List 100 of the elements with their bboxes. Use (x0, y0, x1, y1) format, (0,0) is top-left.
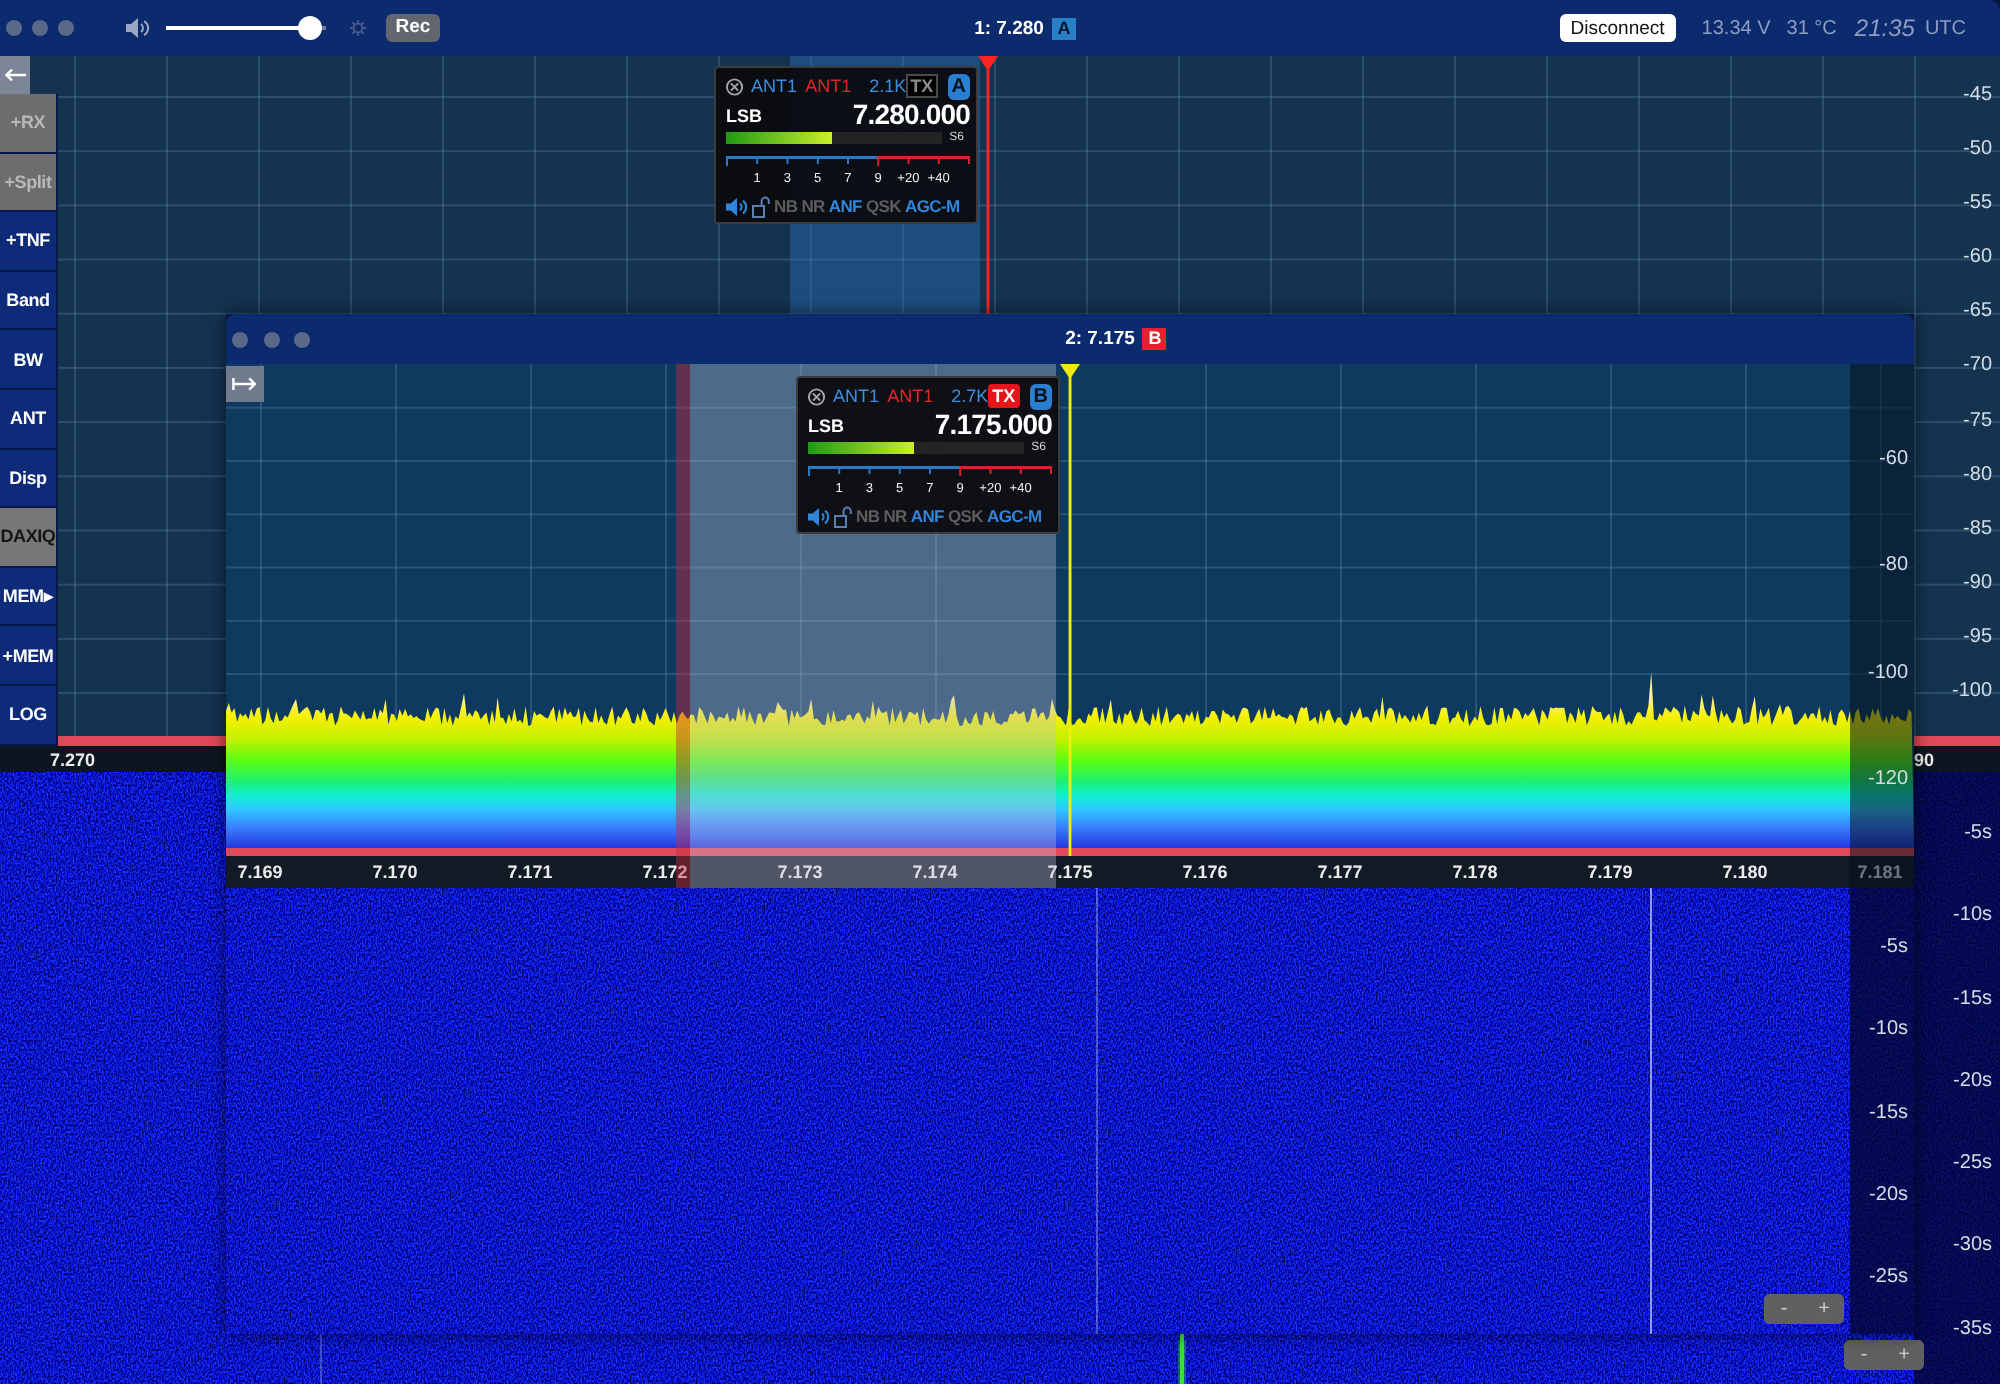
filter-width-button[interactable]: 2.1K (869, 76, 907, 96)
db-scale-label: -70 (1963, 354, 1992, 379)
clock-time: 21:35 (1854, 14, 1915, 42)
record-button[interactable]: Rec (386, 14, 440, 42)
mode-button[interactable]: LSB (726, 105, 762, 125)
speaker-icon[interactable] (808, 507, 830, 525)
sidebar-button[interactable]: BW (0, 330, 58, 390)
dsp-toggle-button[interactable]: QSK (947, 506, 983, 526)
dsp-toggle-button[interactable]: NB (774, 196, 798, 216)
panel-toggle-button[interactable] (226, 366, 264, 402)
time-scale-label: -20s (1869, 1183, 1908, 1208)
time-scale-label: -5s (1880, 936, 1908, 960)
dsp-toggle-button[interactable]: NR (883, 506, 907, 526)
dsp-toggle-button[interactable]: ANF (910, 506, 944, 526)
tx-button[interactable]: TX (988, 384, 1020, 408)
db-scale-label: -85 (1963, 517, 1992, 542)
time-scale-label: -10s (1953, 904, 1992, 929)
db-scale-label: -45 (1963, 84, 1992, 108)
db-scale-label: -95 (1963, 625, 1992, 650)
antenna-selector[interactable]: ANT1 (751, 76, 798, 96)
db-scale-label: -60 (1963, 246, 1992, 271)
frequency-label: 7.174 (912, 862, 958, 882)
filter-width-button[interactable]: 2.7K (951, 386, 989, 406)
time-scale-label: -35s (1953, 1317, 1992, 1342)
slice-badge[interactable]: A (1051, 17, 1076, 39)
frequency-label: 7.169 (237, 862, 283, 882)
db-scale-label: -50 (1963, 138, 1992, 163)
frequency-display[interactable]: 7.280.000 (852, 100, 970, 130)
db-scale-label: -100 (1867, 661, 1908, 686)
window-title: 2: 7.175 (1065, 328, 1135, 350)
dsp-toggle-button[interactable]: ANF (828, 196, 862, 216)
slice-badge[interactable]: B (1029, 383, 1052, 409)
frequency-label: 90 (1913, 749, 1934, 769)
sidebar-button[interactable]: Disp (0, 449, 58, 509)
close-icon[interactable] (726, 77, 744, 95)
dsp-toggle-button[interactable]: QSK (865, 196, 901, 216)
frequency-label: 7.171 (507, 862, 553, 882)
tx-button[interactable]: TX (906, 74, 938, 98)
time-scale-label: -20s (1953, 1069, 1992, 1094)
frequency-label: 7.170 (372, 862, 418, 882)
db-scale-label: -100 (1951, 680, 1992, 705)
frequency-label: 7.270 (50, 749, 96, 769)
arrow-left-icon (4, 68, 26, 82)
time-scale-label: -30s (1953, 1234, 1992, 1259)
dsp-toggle-button[interactable]: AGC-M (986, 506, 1042, 526)
db-scale-label: -80 (1879, 554, 1908, 579)
slider-knob[interactable] (298, 16, 322, 40)
slice-badge[interactable]: A (947, 73, 970, 99)
voltage-reading: 13.34 V (1701, 17, 1771, 39)
time-scale-label: -25s (1869, 1266, 1908, 1291)
frequency-label: 7.180 (1722, 862, 1768, 882)
timezone-label: UTC (1924, 17, 1966, 39)
sidebar-button[interactable]: ANT (0, 389, 58, 450)
sidebar-button[interactable]: MEM▸ (0, 567, 58, 627)
frequency-label: 7.178 (1452, 862, 1498, 882)
db-scale-label: -120 (1867, 767, 1908, 792)
window-title: 1: 7.280 (974, 17, 1044, 39)
dsp-toggle-button[interactable]: NR (801, 196, 825, 216)
temperature-reading: 31 °C (1786, 17, 1837, 39)
frequency-label: 7.181 (1857, 862, 1903, 882)
padlock-icon[interactable] (834, 505, 852, 527)
time-scale-label: -15s (1953, 987, 1992, 1012)
arrow-right-icon (232, 376, 258, 392)
db-scale-label: -55 (1963, 192, 1992, 217)
frequency-label: 7.176 (1182, 862, 1228, 882)
db-scale-label: -75 (1963, 409, 1992, 434)
db-scale-label: -90 (1963, 571, 1992, 596)
db-scale-label: -65 (1963, 300, 1992, 325)
sidebar-button[interactable]: Band (0, 271, 58, 331)
db-scale-label: -80 (1963, 463, 1992, 488)
sidebar-button[interactable]: LOG (0, 685, 58, 746)
dsp-toggle-button[interactable]: NB (856, 506, 880, 526)
frequency-label: 7.177 (1317, 862, 1363, 882)
panel-toggle-button[interactable] (0, 56, 30, 94)
db-scale-label: -60 (1879, 448, 1908, 472)
slice-badge[interactable]: B (1142, 328, 1167, 350)
dsp-toggle-button[interactable]: AGC-M (904, 196, 960, 216)
mode-button[interactable]: LSB (808, 415, 844, 435)
speaker-icon[interactable] (726, 197, 748, 215)
frequency-label: 7.175 (1047, 862, 1093, 882)
frequency-label: 7.179 (1587, 862, 1633, 882)
disconnect-button[interactable]: Disconnect (1559, 14, 1676, 42)
antenna-selector[interactable]: ANT1 (833, 386, 880, 406)
time-scale-label: -15s (1869, 1101, 1908, 1126)
frequency-display[interactable]: 7.175.000 (934, 410, 1052, 440)
sidebar-button[interactable]: +MEM (0, 626, 58, 686)
padlock-icon[interactable] (752, 195, 770, 217)
sidebar-button[interactable]: DAXIQ (0, 508, 58, 568)
frequency-label: 7.172 (642, 862, 688, 882)
time-scale-label: -10s (1869, 1018, 1908, 1043)
antenna-selector[interactable]: ANT1 (887, 386, 934, 406)
time-scale-label: -25s (1953, 1152, 1992, 1177)
close-icon[interactable] (808, 387, 826, 405)
time-scale-label: -5s (1964, 822, 1992, 846)
tuning-marker[interactable] (1060, 364, 1080, 856)
tuning-marker[interactable] (978, 56, 998, 314)
speaker-icon[interactable] (126, 18, 150, 38)
antenna-selector[interactable]: ANT1 (805, 76, 852, 96)
frequency-label: 7.173 (777, 862, 823, 882)
sidebar-button[interactable]: +TNF (0, 212, 58, 272)
